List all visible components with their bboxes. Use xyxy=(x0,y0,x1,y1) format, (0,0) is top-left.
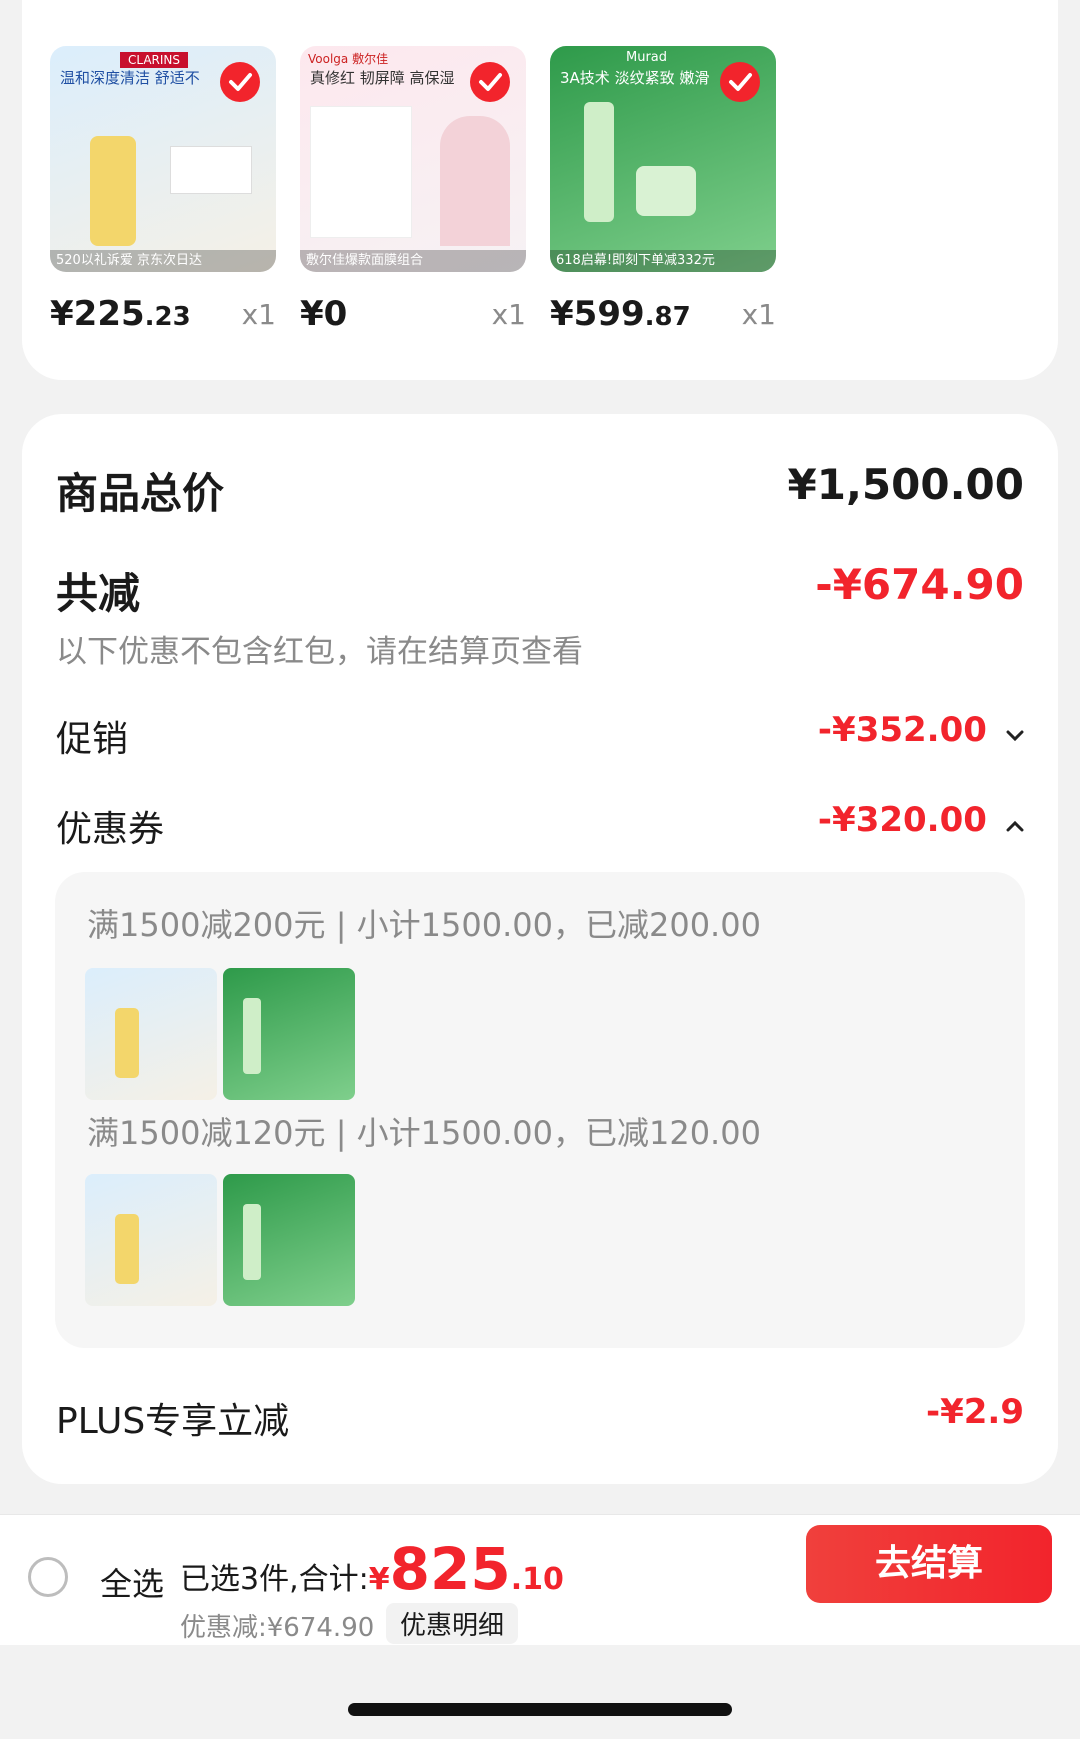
plus-value: -¥2.9 xyxy=(926,1392,1024,1432)
product-image-title: 3A技术 淡纹紧致 嫩滑 xyxy=(560,69,710,87)
total-int: 825 xyxy=(389,1535,511,1603)
total-value: ¥1,500.00 xyxy=(787,460,1024,509)
product-price: ¥599.87 xyxy=(550,294,691,334)
product-bottle-shape xyxy=(584,102,614,222)
product-price: ¥225.23 xyxy=(50,294,191,334)
product-item-voolga[interactable]: Voolga 敷尔佳 真修红 韧屏障 高保湿 敷尔佳爆款面膜组合 ¥0 x1 xyxy=(300,46,526,334)
discount-text: 优惠减:¥674.90 xyxy=(180,1613,375,1643)
product-image-voolga[interactable]: Voolga 敷尔佳 真修红 韧屏障 高保湿 敷尔佳爆款面膜组合 xyxy=(300,46,526,272)
brand-logo: Voolga 敷尔佳 xyxy=(308,52,389,66)
coupon-graphic xyxy=(170,146,252,194)
coupon-rule-1: 满1500减200元 | 小计1500.00，已减200.00 xyxy=(87,906,761,944)
select-all-radio[interactable] xyxy=(28,1557,68,1597)
total-label: 商品总价 xyxy=(56,469,225,518)
product-jar-shape xyxy=(636,166,696,216)
price-summary-card: 商品总价 ¥1,500.00 共减 -¥674.90 以下优惠不包含红包，请在结… xyxy=(22,414,1058,1484)
chevron-up-icon xyxy=(1006,817,1024,836)
product-image-murad[interactable]: Murad 3A技术 淡纹紧致 嫩滑 618启幕!即刻下单减332元 xyxy=(550,46,776,272)
coupon-product-thumb-murad[interactable] xyxy=(223,1174,355,1306)
brand-logo: Murad xyxy=(626,50,668,65)
product-item-clarins[interactable]: CLARINS 温和深度清洁 舒适不 520以礼诉爱 京东次日达 ¥225.23… xyxy=(50,46,276,334)
coupon-value: -¥320.00 xyxy=(817,800,987,840)
coupon-label: 优惠券 xyxy=(56,809,165,850)
selected-total: 已选3件,合计:¥825.10 xyxy=(180,1535,564,1603)
chevron-down-icon xyxy=(1006,727,1024,746)
mask-grid-graphic xyxy=(310,106,412,238)
reduce-label: 共减 xyxy=(56,569,141,618)
product-image-clarins[interactable]: CLARINS 温和深度清洁 舒适不 520以礼诉爱 京东次日达 xyxy=(50,46,276,272)
promo-toggle[interactable]: -¥352.00 xyxy=(818,710,1024,750)
checkout-button[interactable]: 去结算 xyxy=(806,1525,1052,1603)
coupon-toggle[interactable]: -¥320.00 xyxy=(818,800,1024,840)
reduce-value: -¥674.90 xyxy=(815,560,1024,609)
product-image-caption: 618启幕!即刻下单减332元 xyxy=(550,250,776,272)
selected-check-icon[interactable] xyxy=(470,62,510,102)
promo-value: -¥352.00 xyxy=(817,710,987,750)
total-decimal: .10 xyxy=(510,1562,564,1597)
coupon-rule-2: 满1500减120元 | 小计1500.00，已减120.00 xyxy=(87,1114,761,1152)
reduce-note: 以下优惠不包含红包，请在结算页查看 xyxy=(56,634,583,670)
product-image-caption: 520以礼诉爱 京东次日达 xyxy=(50,250,276,272)
checkout-bar: 全选 已选3件,合计:¥825.10 优惠减:¥674.90 优惠明细 去结算 xyxy=(0,1514,1080,1645)
currency-symbol: ¥ xyxy=(368,1562,390,1597)
product-image-title: 温和深度清洁 舒适不 xyxy=(60,69,200,87)
selected-check-icon[interactable] xyxy=(720,62,760,102)
brand-logo: CLARINS xyxy=(120,52,189,68)
product-image-caption: 敷尔佳爆款面膜组合 xyxy=(300,250,526,272)
selected-count-text: 已选3件,合计: xyxy=(180,1562,369,1597)
select-all-label[interactable]: 全选 xyxy=(100,1559,164,1605)
plus-label: PLUS专享立减 xyxy=(56,1401,290,1442)
model-figure xyxy=(440,116,510,246)
coupon-product-thumb-murad[interactable] xyxy=(223,968,355,1100)
product-item-murad[interactable]: Murad 3A技术 淡纹紧致 嫩滑 618启幕!即刻下单减332元 ¥599.… xyxy=(550,46,776,334)
discount-detail-button[interactable]: 优惠明细 xyxy=(386,1603,519,1644)
product-bottle-shape xyxy=(90,136,136,246)
product-quantity: x1 xyxy=(241,298,276,331)
promo-label: 促销 xyxy=(56,719,129,760)
home-indicator xyxy=(348,1703,732,1716)
product-strip-card: CLARINS 温和深度清洁 舒适不 520以礼诉爱 京东次日达 ¥225.23… xyxy=(22,0,1058,380)
product-quantity: x1 xyxy=(491,298,526,331)
coupon-product-thumb-clarins[interactable] xyxy=(85,968,217,1100)
coupon-detail-panel: 满1500减200元 | 小计1500.00，已减200.00 满1500减12… xyxy=(55,872,1025,1348)
selected-check-icon[interactable] xyxy=(220,62,260,102)
product-price: ¥0 xyxy=(300,294,348,334)
coupon-product-thumb-clarins[interactable] xyxy=(85,1174,217,1306)
product-image-title: 真修红 韧屏障 高保湿 xyxy=(310,69,455,87)
product-quantity: x1 xyxy=(741,298,776,331)
